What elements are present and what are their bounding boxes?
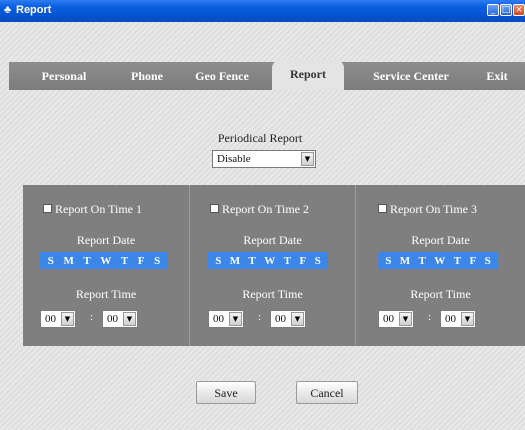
tab-personal[interactable]: Personal: [29, 62, 99, 90]
report-time-label: Report Time: [75, 287, 137, 301]
chevron-down-icon: ▼: [399, 312, 412, 326]
day-wed[interactable]: W: [264, 255, 275, 267]
tab-label: Personal: [41, 69, 87, 83]
chevron-down-icon: ▼: [301, 152, 314, 166]
chevron-down-icon: ▼: [229, 312, 242, 326]
tab-service-center[interactable]: Service Center: [355, 62, 467, 90]
day-sun[interactable]: S: [215, 255, 221, 267]
tab-label: Phone: [130, 69, 163, 83]
report-time-hour-select[interactable]: 00 ▼: [208, 310, 244, 328]
report-time-label: Report Time: [242, 287, 303, 301]
minimize-icon: _: [490, 5, 496, 15]
minute-value: 00: [107, 313, 118, 325]
day-fri[interactable]: F: [299, 255, 306, 267]
day-thu[interactable]: T: [454, 255, 461, 267]
day-mon[interactable]: M: [63, 255, 73, 267]
day-sun[interactable]: S: [385, 255, 391, 267]
time-separator: :: [428, 311, 432, 323]
report-date-label: Report Date: [76, 233, 136, 247]
day-sat[interactable]: S: [154, 255, 160, 267]
checkbox-label: Report On Time 3: [390, 202, 478, 216]
report-panels: Report On Time 1 Report Date S M T W T F…: [23, 185, 525, 346]
report-time-hour-select[interactable]: 00 ▼: [378, 310, 414, 328]
minute-value: 00: [445, 313, 456, 325]
hour-value: 00: [383, 313, 394, 325]
report-date-label: Report Date: [243, 233, 302, 247]
day-fri[interactable]: F: [469, 255, 476, 267]
tab-phone[interactable]: Phone: [117, 62, 177, 90]
hour-value: 00: [213, 313, 224, 325]
day-tue[interactable]: T: [249, 255, 256, 267]
close-icon: ×: [515, 5, 523, 15]
save-button[interactable]: Save: [196, 381, 256, 404]
report-on-time-1-checkbox[interactable]: Report On Time 1: [43, 202, 183, 216]
checkbox-box[interactable]: [43, 204, 52, 213]
checkbox-label: Report On Time 2: [222, 202, 310, 216]
close-button[interactable]: ×: [513, 4, 525, 16]
report-panel-1: Report On Time 1 Report Date S M T W T F…: [23, 185, 189, 346]
day-thu[interactable]: T: [284, 255, 291, 267]
report-panel-3: Report On Time 3 Report Date S M T W T F…: [356, 185, 525, 346]
day-wed[interactable]: W: [100, 255, 111, 267]
day-fri[interactable]: F: [138, 255, 145, 267]
chevron-down-icon: ▼: [123, 312, 136, 326]
time-separator: :: [90, 311, 94, 323]
report-time-hour-select[interactable]: 00 ▼: [40, 310, 76, 328]
day-sat[interactable]: S: [485, 255, 491, 267]
window-title: Report: [16, 4, 52, 16]
minimize-button[interactable]: _: [487, 4, 499, 16]
report-time-minute-select[interactable]: 00 ▼: [440, 310, 476, 328]
periodical-report-label: Periodical Report: [217, 131, 303, 145]
report-date-days: S M T W T F S: [208, 252, 328, 269]
report-on-time-2-checkbox[interactable]: Report On Time 2: [210, 202, 350, 216]
report-date-days: S M T W T F S: [378, 252, 498, 269]
tab-bar: Personal Phone Geo Fence Report Service …: [9, 60, 525, 90]
checkbox-label: Report On Time 1: [55, 202, 143, 216]
day-thu[interactable]: T: [121, 255, 128, 267]
tab-geo-fence[interactable]: Geo Fence: [179, 62, 265, 90]
checkbox-box[interactable]: [378, 204, 387, 213]
chevron-down-icon: ▼: [291, 312, 304, 326]
minute-value: 00: [275, 313, 286, 325]
chevron-down-icon: ▼: [61, 312, 74, 326]
chevron-down-icon: ▼: [461, 312, 474, 326]
maximize-icon: □: [501, 5, 511, 15]
time-separator: :: [258, 311, 262, 323]
checkbox-box[interactable]: [210, 204, 219, 213]
tab-label: Geo Fence: [195, 69, 249, 83]
tab-label: Report: [290, 67, 326, 81]
day-mon[interactable]: M: [400, 255, 410, 267]
app-icon: ♣: [4, 4, 12, 16]
tab-report[interactable]: Report: [272, 60, 344, 90]
day-sun[interactable]: S: [48, 255, 54, 267]
periodical-report-select[interactable]: Disable ▼: [212, 150, 316, 168]
day-tue[interactable]: T: [83, 255, 90, 267]
report-time-minute-select[interactable]: 00 ▼: [102, 310, 138, 328]
report-window: ♣ Report _ □ × Personal Phone Geo Fence …: [0, 0, 525, 430]
tab-label: Service Center: [373, 69, 449, 83]
report-time-label: Report Time: [410, 287, 471, 301]
cancel-button[interactable]: Cancel: [296, 381, 358, 404]
tab-exit[interactable]: Exit: [477, 62, 517, 90]
title-bar[interactable]: ♣ Report _ □ ×: [0, 0, 525, 23]
report-date-label: Report Date: [411, 233, 470, 247]
day-wed[interactable]: W: [434, 255, 445, 267]
periodical-report-value: Disable: [217, 153, 251, 165]
report-time-minute-select[interactable]: 00 ▼: [270, 310, 306, 328]
hour-value: 00: [45, 313, 56, 325]
report-on-time-3-checkbox[interactable]: Report On Time 3: [378, 202, 518, 216]
day-sat[interactable]: S: [315, 255, 321, 267]
day-tue[interactable]: T: [419, 255, 426, 267]
report-date-days: S M T W T F S: [40, 252, 168, 269]
day-mon[interactable]: M: [230, 255, 240, 267]
tab-label: Exit: [486, 69, 508, 83]
maximize-button[interactable]: □: [500, 4, 512, 16]
report-panel-2: Report On Time 2 Report Date S M T W T F…: [190, 185, 355, 346]
